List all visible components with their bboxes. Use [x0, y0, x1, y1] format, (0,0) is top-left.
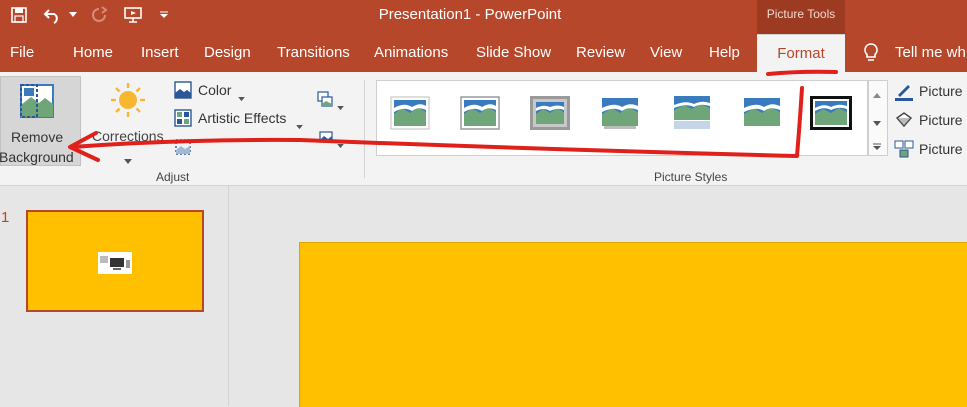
format-underline-annotation: [766, 69, 838, 76]
annotation-arrow-overlay: [68, 69, 838, 162]
arrow-annotation: [70, 86, 804, 158]
